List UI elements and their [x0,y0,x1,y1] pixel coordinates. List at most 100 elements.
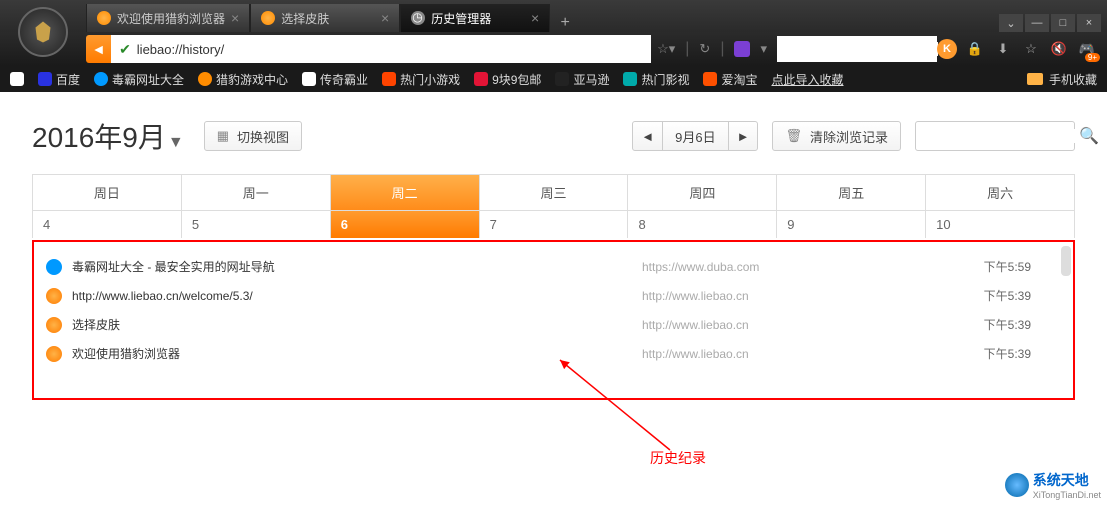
address-bar: ◄ ✔ ☆▾ | ↻ | ▾ 🔍 K 🔒 ⬇ ☆ 🔇 🎮9+ [0,32,1107,66]
search-icon[interactable]: 🔍 [1079,126,1099,146]
date-cell[interactable]: 8 [627,211,776,238]
search-box-toolbar[interactable]: 🔍 [777,36,937,62]
toolbar-search-input[interactable] [783,42,938,56]
trash-icon: 🗑 [785,128,802,144]
bookmark-item[interactable]: 热门影视 [623,71,689,88]
favicon-icon [38,72,52,86]
close-window-button[interactable]: × [1077,14,1101,32]
bookmark-item[interactable]: 传奇霸业 [302,71,368,88]
tab-title: 欢迎使用猎豹浏览器 [117,10,225,27]
back-button[interactable]: ◄ [86,35,111,63]
history-row[interactable]: http://www.liebao.cn/welcome/5.3/http://… [46,281,1061,310]
gamepad-icon[interactable]: 🎮9+ [1077,39,1097,59]
history-row[interactable]: 毒霸网址大全 - 最安全实用的网址导航https://www.duba.com下… [46,252,1061,281]
date-cell[interactable]: 9 [776,211,925,238]
current-date-button[interactable]: 9月6日 [662,121,728,151]
bookmark-label: 毒霸网址大全 [112,71,184,88]
history-time: 下午5:59 [984,258,1031,275]
favicon-icon [703,72,717,86]
date-cell[interactable]: 4 [33,211,181,238]
star-toolbar-icon[interactable]: ☆ [1021,39,1041,59]
date-cell[interactable]: 5 [181,211,330,238]
bookmarks-bar: 百度 毒霸网址大全猎豹游戏中心传奇霸业 热门小游戏 9块9包邮亚马逊 热门影视 爱淘宝 点… [0,66,1107,92]
history-url: http://www.liebao.cn [642,289,892,303]
calendar-header: 周日周一周二周三周四周五周六 45678910 [32,174,1075,238]
bookmark-item[interactable]: 百度 [38,71,80,88]
import-bookmarks-link[interactable]: 点此导入收藏 [771,71,843,88]
clock-icon [411,11,425,25]
close-tab-icon[interactable]: × [531,10,539,26]
toggle-view-button[interactable]: ▦ 切换视图 [204,121,302,151]
bookmark-label: 爱淘宝 [721,71,757,88]
date-cell[interactable]: 6 [330,211,479,238]
clear-history-button[interactable]: 🗑 清除浏览记录 [772,121,901,151]
bookmark-item[interactable]: 爱淘宝 [703,71,757,88]
bookmark-item[interactable]: 毒霸网址大全 [94,71,184,88]
minimize-button[interactable]: — [1025,14,1049,32]
history-time: 下午5:39 [984,316,1031,333]
date-cell[interactable]: 7 [479,211,628,238]
close-tab-icon[interactable]: × [381,10,389,26]
watermark-url: XiTongTianDi.net [1033,490,1101,500]
bookmark-item[interactable]: 猎豹游戏中心 [198,71,288,88]
prev-day-button[interactable]: ◄ [632,121,663,151]
favicon-icon [94,72,108,86]
scrollbar-thumb[interactable] [1061,246,1071,276]
weekday-cell[interactable]: 周四 [627,175,776,210]
k-shield-icon[interactable]: K [937,39,957,59]
history-search-input[interactable] [924,129,1079,143]
favicon-icon [474,72,488,86]
mute-icon[interactable]: 🔇 [1049,39,1069,59]
bookmark-item[interactable]: 9块9包邮 [474,71,541,88]
bookmark-item[interactable]: 亚马逊 [555,71,609,88]
browser-logo-area [0,0,86,32]
weekday-cell[interactable]: 周二 [330,175,479,210]
url-input[interactable] [137,42,643,57]
weekday-cell[interactable]: 周六 [925,175,1074,210]
history-time: 下午5:39 [984,287,1031,304]
home-icon[interactable] [10,72,24,86]
browser-tab[interactable]: 选择皮肤× [250,4,400,32]
watermark: 系统天地 XiTongTianDi.net [1005,470,1101,500]
mobile-bookmarks-link[interactable]: 手机收藏 [1049,71,1097,88]
favicon-icon [382,72,396,86]
restore-down-button[interactable]: ⌄ [999,14,1023,32]
window-controls: ⌄ — □ × [999,14,1107,32]
next-day-button[interactable]: ► [728,121,759,151]
browser-tab[interactable]: 欢迎使用猎豹浏览器 × [86,4,250,32]
close-tab-icon[interactable]: × [231,10,239,26]
weekday-cell[interactable]: 周日 [33,175,181,210]
bookmark-label: 热门影视 [641,71,689,88]
bookmark-item[interactable]: 热门小游戏 [382,71,460,88]
history-row[interactable]: 欢迎使用猎豹浏览器http://www.liebao.cn下午5:39 [46,339,1061,368]
weekday-cell[interactable]: 周三 [479,175,628,210]
date-cell[interactable]: 10 [925,211,1074,238]
favicon-icon [623,72,637,86]
page-header: 2016年9月▼ ▦ 切换视图 ◄ 9月6日 ► 🗑 清除浏览记录 🔍 [32,116,1075,156]
weekday-cell[interactable]: 周一 [181,175,330,210]
reload-icon[interactable]: ↻ [699,41,710,57]
browser-tab[interactable]: 历史管理器× [400,4,550,32]
history-url: http://www.liebao.cn [642,347,892,361]
history-row[interactable]: 选择皮肤http://www.liebao.cn下午5:39 [46,310,1061,339]
notification-badge: 9+ [1085,53,1100,62]
star-icon[interactable]: ☆▾ [657,41,675,57]
dropdown-icon[interactable]: ▾ [760,41,767,57]
history-url: https://www.duba.com [642,260,892,274]
maximize-button[interactable]: □ [1051,14,1075,32]
history-page: 2016年9月▼ ▦ 切换视图 ◄ 9月6日 ► 🗑 清除浏览记录 🔍 周日周一… [0,92,1107,400]
liebao-logo-icon[interactable] [18,7,68,57]
download-icon[interactable]: ⬇ [993,39,1013,59]
tab-strip: 欢迎使用猎豹浏览器×选择皮肤×历史管理器× [86,4,550,32]
paw-icon[interactable] [734,41,750,57]
bookmark-label: 热门小游戏 [400,71,460,88]
lock-icon[interactable]: 🔒 [965,39,985,59]
favicon-icon [97,11,111,25]
history-url: http://www.liebao.cn [642,318,892,332]
history-time: 下午5:39 [984,345,1031,362]
month-title[interactable]: 2016年9月▼ [32,116,184,156]
new-tab-button[interactable]: + [550,14,580,32]
url-box[interactable]: ✔ [111,35,651,63]
history-search-box[interactable]: 🔍 [915,121,1075,151]
weekday-cell[interactable]: 周五 [776,175,925,210]
